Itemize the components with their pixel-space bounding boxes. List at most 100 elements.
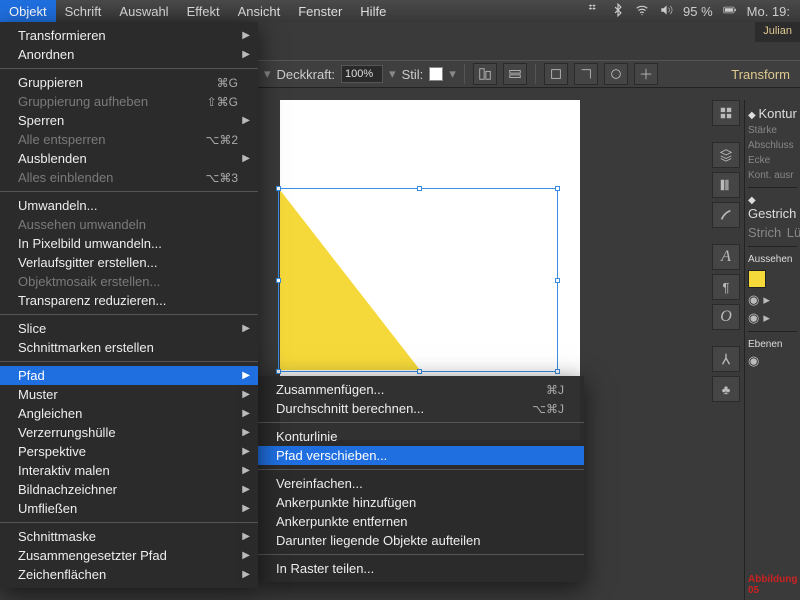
appearance-row[interactable]: ◉▸: [748, 292, 770, 308]
right-panels: ◆ Kontur Stärke Abschluss Ecke Kont. aus…: [744, 100, 800, 600]
menuitem-anordnen[interactable]: Anordnen▶: [0, 45, 258, 64]
menuitem-objektmosaik-erstellen-: Objektmosaik erstellen...: [0, 272, 258, 291]
menubar: Objekt Schrift Auswahl Effekt Ansicht Fe…: [0, 0, 800, 22]
submenuitem-vereinfachen-[interactable]: Vereinfachen...: [258, 474, 584, 493]
menuitem-schnittmaske[interactable]: Schnittmaske▶: [0, 527, 258, 546]
option-bar: ▾ Deckkraft: ▾ Stil: ▾ Transform: [258, 60, 800, 88]
menuitem-angleichen[interactable]: Angleichen▶: [0, 404, 258, 423]
menuitem-in-pixelbild-umwandeln-[interactable]: In Pixelbild umwandeln...: [0, 234, 258, 253]
menuitem-umwandeln-[interactable]: Umwandeln...: [0, 196, 258, 215]
opacity-label: Deckkraft:: [277, 60, 336, 88]
layer-row[interactable]: ◉: [748, 353, 759, 369]
menu-objekt[interactable]: Objekt: [0, 0, 56, 22]
menu-hilfe[interactable]: Hilfe: [351, 0, 395, 22]
menuitem-transparenz-reduzieren-[interactable]: Transparenz reduzieren...: [0, 291, 258, 310]
menuitem-alles-einblenden: Alles einblenden⌥⌘3: [0, 168, 258, 187]
clock-text[interactable]: Mo. 19:: [747, 4, 790, 19]
submenuitem-in-raster-teilen-[interactable]: In Raster teilen...: [258, 559, 584, 578]
submenuitem-ankerpunkte-entfernen[interactable]: Ankerpunkte entfernen: [258, 512, 584, 531]
pfad-submenu: Zusammenfügen...⌘JDurchschnitt berechnen…: [258, 376, 584, 582]
status-area: 95 % Mo. 19:: [587, 0, 800, 22]
selection-box[interactable]: [278, 188, 558, 372]
menuitem-perspektive[interactable]: Perspektive▶: [0, 442, 258, 461]
menuitem-schnittmarken-erstellen[interactable]: Schnittmarken erstellen: [0, 338, 258, 357]
transform-panel-link[interactable]: Transform: [731, 67, 794, 82]
document-user: Julian: [755, 22, 800, 42]
menuitem-sperren[interactable]: Sperren▶: [0, 111, 258, 130]
battery-percent: 95 %: [683, 4, 713, 19]
eye-icon: ◉: [748, 310, 759, 326]
menuitem-muster[interactable]: Muster▶: [0, 385, 258, 404]
panel-kontur[interactable]: ◆ Kontur: [748, 104, 797, 122]
appearance-row-2[interactable]: ◉▸: [748, 310, 770, 326]
align-icon-2[interactable]: [503, 63, 527, 85]
symbols-panel-icon[interactable]: [712, 346, 740, 372]
menuitem-transformieren[interactable]: Transformieren▶: [0, 26, 258, 45]
submenuitem-konturlinie[interactable]: Konturlinie: [258, 427, 584, 446]
handle-br[interactable]: [555, 369, 560, 374]
menuitem-bildnachzeichner[interactable]: Bildnachzeichner▶: [0, 480, 258, 499]
objekt-dropdown: Transformieren▶Anordnen▶Gruppieren⌘GGrup…: [0, 22, 258, 588]
brush-panel-icon[interactable]: [712, 202, 740, 228]
menu-effekt[interactable]: Effekt: [178, 0, 229, 22]
handle-mr[interactable]: [555, 278, 560, 283]
style-swatch[interactable]: [429, 67, 443, 81]
menu-ansicht[interactable]: Ansicht: [229, 0, 290, 22]
opentype-panel-icon[interactable]: O: [712, 304, 740, 330]
layers-panel-icon[interactable]: [712, 142, 740, 168]
symbols2-panel-icon[interactable]: ♣: [712, 376, 740, 402]
paragraph-panel-icon[interactable]: ¶: [712, 274, 740, 300]
menuitem-zeichenfl-chen[interactable]: Zeichenflächen▶: [0, 565, 258, 584]
lbl-starke: Stärke: [748, 124, 777, 137]
menuitem-gruppieren[interactable]: Gruppieren⌘G: [0, 73, 258, 92]
submenuitem-darunter-liegende-objekte-aufteilen[interactable]: Darunter liegende Objekte aufteilen: [258, 531, 584, 550]
eye-icon: ◉: [748, 292, 759, 308]
handle-ml[interactable]: [276, 278, 281, 283]
handle-bl[interactable]: [276, 369, 281, 374]
menuitem-aussehen-umwandeln: Aussehen umwandeln: [0, 215, 258, 234]
submenuitem-pfad-verschieben-[interactable]: Pfad verschieben...: [258, 446, 584, 465]
menuitem-umflie-en[interactable]: Umfließen▶: [0, 499, 258, 518]
swatches-panel-icon[interactable]: [712, 172, 740, 198]
submenuitem-zusammenf-gen-[interactable]: Zusammenfügen...⌘J: [258, 380, 584, 399]
align-icon[interactable]: [473, 63, 497, 85]
bluetooth-icon[interactable]: [611, 3, 625, 20]
transform-icon[interactable]: [544, 63, 568, 85]
caption-text: Abbildung 05: [748, 574, 797, 596]
handle-tc[interactable]: [417, 186, 422, 191]
menu-auswahl[interactable]: Auswahl: [110, 0, 177, 22]
grid-panel-icon[interactable]: [712, 100, 740, 126]
menuitem-verzerrungsh-lle[interactable]: Verzerrungshülle▶: [0, 423, 258, 442]
lbl-ecke: Ecke: [748, 154, 770, 167]
dropbox-icon[interactable]: [587, 3, 601, 20]
menu-schrift[interactable]: Schrift: [56, 0, 111, 22]
type-panel-icon[interactable]: A: [712, 244, 740, 270]
menuitem-verlaufsgitter-erstellen-[interactable]: Verlaufsgitter erstellen...: [0, 253, 258, 272]
panel-ebenen[interactable]: Ebenen: [748, 337, 782, 351]
menuitem-pfad[interactable]: Pfad▶: [0, 366, 258, 385]
transform-icon-2[interactable]: [574, 63, 598, 85]
submenuitem-ankerpunkte-hinzuf-gen[interactable]: Ankerpunkte hinzufügen: [258, 493, 584, 512]
wifi-icon[interactable]: [635, 3, 649, 20]
handle-tl[interactable]: [276, 186, 281, 191]
menuitem-interaktiv-malen[interactable]: Interaktiv malen▶: [0, 461, 258, 480]
isolate-icon[interactable]: [604, 63, 628, 85]
isolate-icon-2[interactable]: [634, 63, 658, 85]
battery-icon[interactable]: [723, 3, 737, 20]
menuitem-zusammengesetzter-pfad[interactable]: Zusammengesetzter Pfad▶: [0, 546, 258, 565]
menuitem-slice[interactable]: Slice▶: [0, 319, 258, 338]
menu-fenster[interactable]: Fenster: [289, 0, 351, 22]
handle-bc[interactable]: [417, 369, 422, 374]
lbl-kontausn: Kont. ausr: [748, 169, 794, 182]
collapsed-panels: A ¶ O ♣: [712, 100, 742, 402]
menuitem-ausblenden[interactable]: Ausblenden▶: [0, 149, 258, 168]
handle-tr[interactable]: [555, 186, 560, 191]
lbl-abschluss: Abschluss: [748, 139, 794, 152]
appearance-fill-swatch[interactable]: [748, 270, 766, 288]
menuitem-alle-entsperren: Alle entsperren⌥⌘2: [0, 130, 258, 149]
submenuitem-durchschnitt-berechnen-[interactable]: Durchschnitt berechnen...⌥⌘J: [258, 399, 584, 418]
panel-aussehen[interactable]: Aussehen: [748, 252, 792, 266]
panel-gestrich[interactable]: ◆ Gestrich: [748, 193, 797, 222]
opacity-input[interactable]: [341, 65, 383, 83]
volume-icon[interactable]: [659, 3, 673, 20]
